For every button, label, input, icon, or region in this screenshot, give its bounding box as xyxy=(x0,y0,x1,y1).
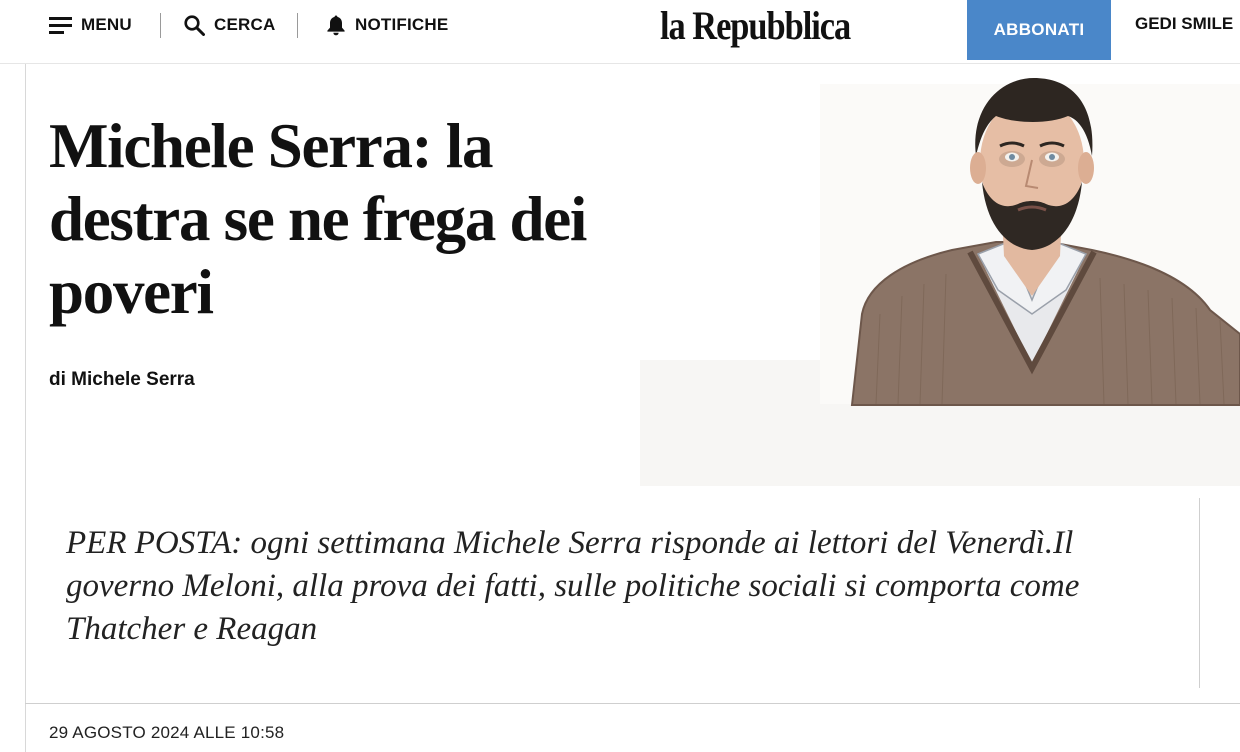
summary-divider xyxy=(1199,498,1200,688)
byline: di Michele Serra xyxy=(49,369,195,391)
top-navigation-bar: MENU CERCA NOTIFICHE la Repubblica ABBON… xyxy=(0,0,1240,64)
notifications-label: NOTIFICHE xyxy=(355,15,449,34)
gedi-smile-link[interactable]: GEDI SMILE xyxy=(1135,14,1233,38)
menu-button[interactable]: MENU xyxy=(49,12,132,38)
notifications-button[interactable]: NOTIFICHE xyxy=(326,12,448,38)
nav-divider xyxy=(297,13,298,38)
article-summary: PER POSTA: ogni settimana Michele Serra … xyxy=(66,525,1080,647)
site-logo[interactable]: la Repubblica xyxy=(660,0,851,50)
author-portrait-illustration xyxy=(640,64,1240,486)
subscribe-button[interactable]: ABBONATI xyxy=(967,0,1111,60)
content-left-border xyxy=(25,64,26,752)
nav-divider xyxy=(160,13,161,38)
menu-label: MENU xyxy=(81,15,132,34)
bell-icon xyxy=(326,14,346,36)
search-button[interactable]: CERCA xyxy=(184,12,275,38)
date-divider xyxy=(25,703,1240,704)
author-name[interactable]: Michele Serra xyxy=(71,369,195,390)
menu-icon xyxy=(49,16,72,34)
byline-prefix: di xyxy=(49,369,66,390)
article-headline: Michele Serra: la destra se ne frega dei… xyxy=(49,111,587,327)
search-icon xyxy=(184,14,205,36)
portrait-drawing xyxy=(640,78,1240,486)
publish-date: 29 AGOSTO 2024 ALLE 10:58 xyxy=(49,723,285,742)
search-label: CERCA xyxy=(214,15,276,34)
